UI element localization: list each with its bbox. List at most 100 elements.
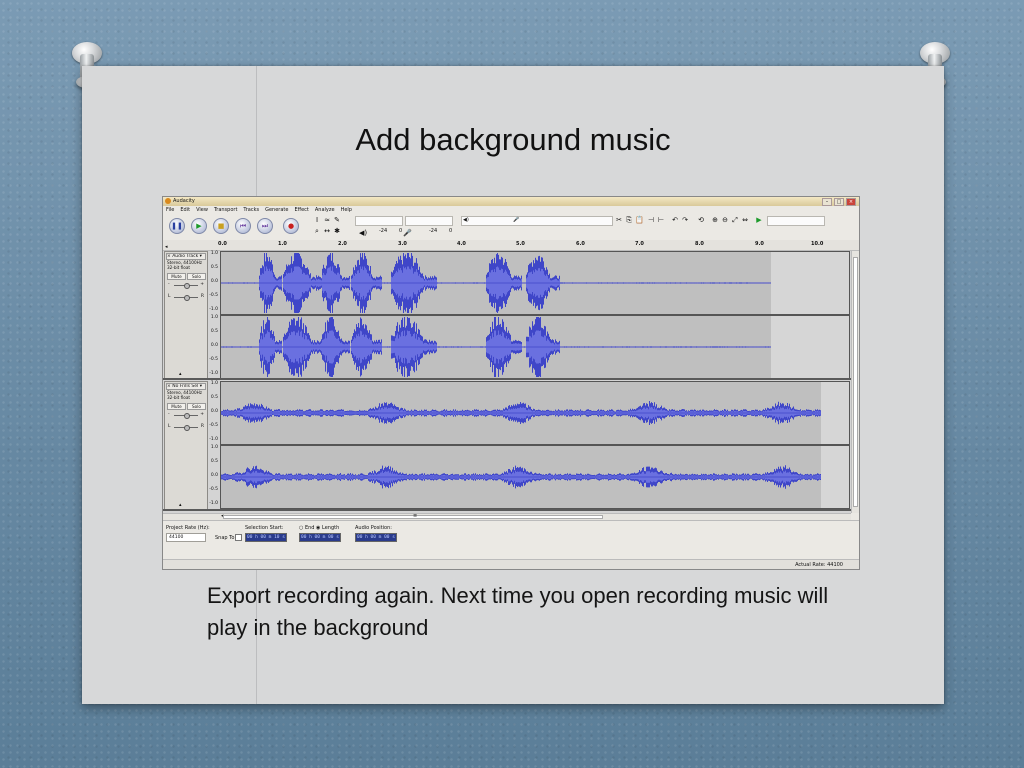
output-meter-tick: -24 [379,228,388,234]
paste-icon[interactable]: 📋 [635,216,644,224]
waveform-music-left[interactable] [220,381,850,445]
status-bar: Actual Rate: 44100 [163,559,859,569]
scroll-grip-icon[interactable]: ≡ [413,513,417,519]
slide-body-text: Export recording again. Next time you op… [207,583,829,640]
playback-volume-slider[interactable] [461,216,613,226]
gain-slider[interactable]: - + [168,282,204,289]
collapse-track-icon[interactable]: ▴ [179,502,182,508]
fit-project-icon[interactable]: ⇔ [741,216,749,224]
selection-start-field[interactable]: 00 h 00 m 10 s [245,533,287,542]
menu-edit[interactable]: Edit [180,206,190,214]
audio-position-field[interactable]: 00 h 00 m 00 s [355,533,397,542]
actual-rate: Actual Rate: 44100 [795,562,843,568]
pan-left-label: L [168,424,171,429]
pan-slider[interactable]: L R [168,424,204,431]
zoom-in-icon[interactable]: ⊕ [711,216,719,224]
ruler-tick: 10.0 [811,241,824,247]
gain-min-label: - [168,412,170,417]
multi-tool-icon[interactable]: ✱ [333,227,341,235]
scale-label: 0.5 [210,395,218,400]
pause-button[interactable]: ❚❚ [169,218,185,234]
waveform-voice-right[interactable] [220,315,850,379]
timeline-ruler[interactable]: ◂ 0.0 1.0 2.0 3.0 4.0 5.0 6.0 7.0 8.0 9.… [163,240,859,251]
mute-button[interactable]: Mute [167,273,186,280]
sync-lock-icon[interactable]: ⟲ [697,216,705,224]
collapse-track-icon[interactable]: ▴ [179,371,182,377]
play-button[interactable]: ▶ [191,218,207,234]
project-rate-select[interactable]: 44100 [166,533,206,542]
skip-end-button[interactable]: ⏭ [257,218,273,234]
minimize-button[interactable]: – [822,198,832,206]
solo-button[interactable]: Solo [187,403,206,410]
stop-button[interactable]: ■ [213,218,229,234]
record-icon: ● [287,222,295,230]
track-divider[interactable] [163,378,851,380]
menu-view[interactable]: View [196,206,208,214]
input-meter[interactable] [405,216,453,226]
ruler-tick: 8.0 [695,241,704,247]
silence-icon[interactable]: ⊢ [657,216,665,224]
ruler-tick: 7.0 [635,241,644,247]
ruler-tick: 9.0 [755,241,764,247]
draw-tool-icon[interactable]: ✎ [333,216,341,224]
scale-label: 0.0 [210,279,218,284]
track-name-menu[interactable]: × Audio Track ▾ [166,253,206,260]
pan-left-label: L [168,294,171,299]
copy-icon[interactable]: ⎘ [625,216,633,224]
timeshift-tool-icon[interactable]: ↔ [323,227,331,235]
undo-icon[interactable]: ↶ [671,216,679,224]
menu-effect[interactable]: Effect [294,206,308,214]
selection-length-field[interactable]: 00 h 00 m 00 s [299,533,341,542]
selection-start-label: Selection Start: [245,525,284,531]
scale-label: 0.5 [210,265,218,270]
skip-start-button[interactable]: ⏮ [235,218,251,234]
play-icon: ▶ [196,222,202,230]
record-button[interactable]: ● [283,218,299,234]
selection-tool-icon[interactable]: I [313,216,321,224]
play-speed-slider[interactable] [767,216,825,226]
scale-label: -0.5 [209,423,218,428]
menu-tracks[interactable]: Tracks [243,206,259,214]
horizontal-scrollbar[interactable]: ◂ ≡ [163,513,851,520]
menu-help[interactable]: Help [341,206,352,214]
skip-start-icon: ⏮ [239,222,247,230]
zoom-tool-icon[interactable]: ⌕ [313,227,321,235]
scrollbar-thumb[interactable] [853,257,858,507]
amplitude-scale: 1.0 0.5 0.0 -0.5 -1.0 [207,381,219,443]
waveform-music-right[interactable] [220,445,850,509]
snap-to-checkbox[interactable] [235,534,242,541]
menu-analyze[interactable]: Analyze [315,206,335,214]
audacity-screenshot: Audacity – □ × File Edit View Transport … [162,196,860,570]
menu-generate[interactable]: Generate [265,206,288,214]
zoom-out-icon[interactable]: ⊖ [721,216,729,224]
solo-button[interactable]: Solo [187,273,206,280]
vertical-scrollbar[interactable] [851,251,859,513]
gain-slider[interactable]: - + [168,412,204,419]
close-button[interactable]: × [846,198,856,206]
menu-file[interactable]: File [166,206,174,214]
ruler-tick: 2.0 [338,241,347,247]
ruler-tick: 6.0 [576,241,585,247]
play-at-speed-icon[interactable]: ▶ [755,216,763,224]
redo-icon[interactable]: ↷ [681,216,689,224]
waveform-voice-left[interactable] [220,251,850,315]
mute-button[interactable]: Mute [167,403,186,410]
scale-label: -0.5 [209,293,218,298]
fit-selection-icon[interactable]: ⤢ [731,216,739,224]
snap-to-label: Snap To [215,535,235,541]
output-meter[interactable] [355,216,403,226]
ruler-tick: 5.0 [516,241,525,247]
pan-slider[interactable]: L R [168,294,204,301]
track-bitdepth: 32-bit float [167,265,191,270]
cut-icon[interactable]: ✂ [615,216,623,224]
pan-right-label: R [200,424,204,429]
output-meter-tick: 0 [399,228,403,234]
transport-toolbar: ❚❚ ▶ ■ ⏮ ⏭ ● I ≈ ✎ ⌕ ↔ ✱ -24 0 -24 0 ◀) … [163,214,859,255]
track-divider[interactable] [163,509,851,511]
menu-transport[interactable]: Transport [214,206,237,214]
maximize-button[interactable]: □ [834,198,844,206]
slide-title: Add background music [355,122,671,157]
envelope-tool-icon[interactable]: ≈ [323,216,331,224]
trim-icon[interactable]: ⊣ [647,216,655,224]
track-name-menu[interactable]: × No Frills Sel ▾ [166,383,206,390]
